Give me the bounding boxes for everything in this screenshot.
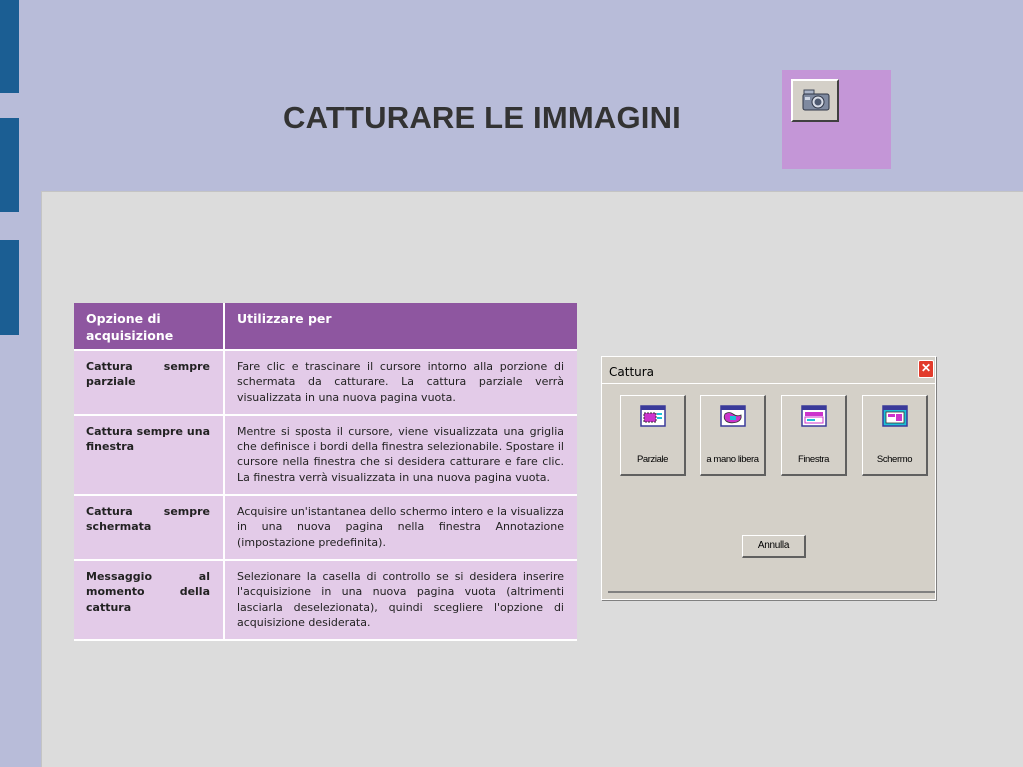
- dialog-title: Cattura: [609, 365, 655, 379]
- option-cell: Cattura sempre schermata: [74, 495, 225, 561]
- freehand-capture-icon: [719, 405, 746, 427]
- capture-dialog: Cattura ✕ Parziale a mano libera Finestr…: [601, 356, 936, 600]
- side-accent-bar: [0, 0, 19, 93]
- button-label: Parziale: [636, 454, 669, 465]
- usage-cell: Fare clic e trascinare il cursore intorn…: [224, 350, 577, 416]
- usage-cell: Acquisire un'istantanea dello schermo in…: [224, 495, 577, 561]
- divider: [608, 591, 935, 593]
- window-capture-button[interactable]: Finestra: [781, 395, 847, 476]
- table-header-row: Opzione di acquisizione Utilizzare per: [74, 303, 577, 351]
- usage-cell: Selezionare la casella di controllo se s…: [224, 559, 577, 642]
- option-cell: Cattura sempre una finestra: [74, 414, 225, 497]
- camera-icon: [802, 89, 830, 111]
- window-capture-icon: [800, 405, 827, 427]
- close-button[interactable]: ✕: [918, 360, 934, 378]
- partial-capture-button[interactable]: Parziale: [620, 395, 686, 476]
- usage-cell: Mentre si sposta il cursore, viene visua…: [224, 414, 577, 497]
- option-cell: Cattura sempre parziale: [74, 350, 225, 416]
- option-cell: Messaggio al momento della cattura: [74, 559, 225, 642]
- divider: [602, 383, 935, 384]
- table-header: Opzione di acquisizione: [74, 303, 225, 351]
- camera-button[interactable]: [791, 79, 839, 122]
- button-label: Finestra: [797, 454, 830, 465]
- table-row: Cattura sempre una finestra Mentre si sp…: [74, 414, 577, 497]
- capture-options-table: Opzione di acquisizione Utilizzare per C…: [74, 303, 577, 642]
- screen-capture-icon: [881, 405, 908, 427]
- capture-icon-panel: [782, 70, 891, 169]
- freehand-capture-button[interactable]: a mano libera: [700, 395, 766, 476]
- table-header: Utilizzare per: [224, 303, 577, 351]
- partial-capture-icon: [639, 405, 666, 427]
- table-row: Messaggio al momento della cattura Selez…: [74, 559, 577, 642]
- button-label: a mano libera: [706, 454, 759, 465]
- cancel-button[interactable]: Annulla: [742, 535, 806, 558]
- screen-capture-button[interactable]: Schermo: [862, 395, 928, 476]
- table-row: Cattura sempre parziale Fare clic e tras…: [74, 350, 577, 416]
- slide-title: CATTURARE LE IMMAGINI: [283, 100, 681, 135]
- side-accent-bar: [0, 118, 19, 212]
- button-label: Schermo: [876, 454, 913, 465]
- side-accent-bar: [0, 240, 19, 335]
- table-row: Cattura sempre schermata Acquisire un'is…: [74, 495, 577, 561]
